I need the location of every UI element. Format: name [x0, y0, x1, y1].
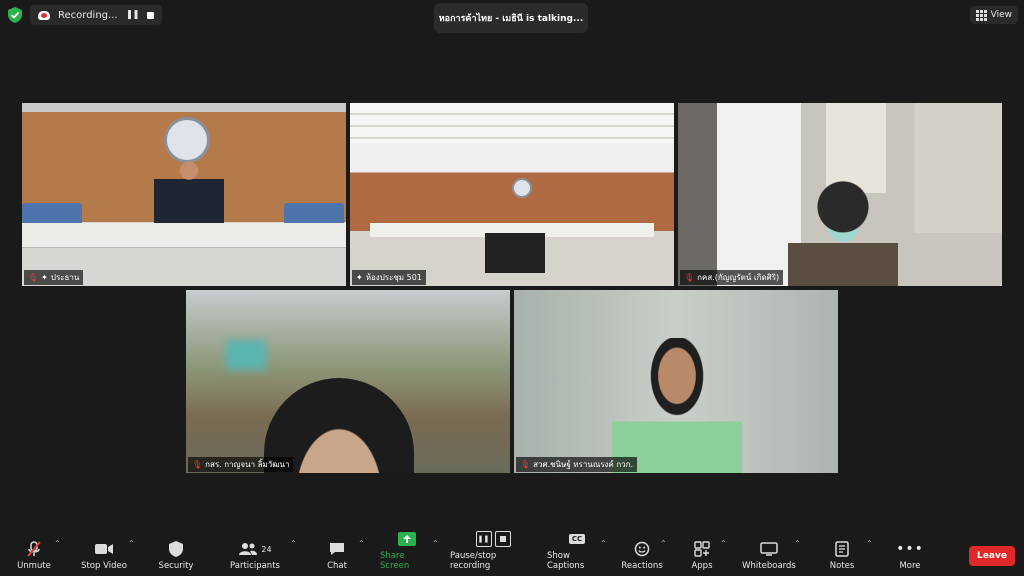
captions-caret-icon[interactable]: ⌃	[600, 539, 607, 548]
security-shield-icon[interactable]	[6, 6, 24, 24]
video-tile-participant-4[interactable]: 🎙 กสร. กาญจนา ลิ้มวัฒนา	[186, 290, 510, 473]
more-button[interactable]: ••• More	[896, 540, 924, 571]
view-label: View	[990, 10, 1012, 20]
video-tile-office[interactable]: 🎙 กคส.(กัญญรัตน์ เกิดศิริ)	[678, 103, 1002, 286]
unmute-caret-icon[interactable]: ⌃	[54, 539, 61, 548]
recording-cloud-icon	[38, 10, 50, 20]
reactions-button[interactable]: Reactions	[621, 540, 663, 571]
person-silhouette	[788, 173, 898, 286]
view-button[interactable]: View	[969, 6, 1018, 24]
apps-button[interactable]: Apps	[690, 540, 714, 571]
reactions-caret-icon[interactable]: ⌃	[660, 539, 667, 548]
participants-button[interactable]: 24 Participants	[230, 540, 280, 571]
participants-caret-icon[interactable]: ⌃	[290, 539, 297, 548]
video-tile-meeting-room[interactable]: ✦ ห้องประชุม 501	[350, 103, 674, 286]
mic-muted-icon: 🎙	[192, 460, 203, 469]
stop-recording-icon[interactable]	[146, 11, 154, 19]
person-silhouette	[612, 338, 742, 473]
person-silhouette	[154, 158, 224, 228]
participant-nametag: 🎙 กคส.(กัญญรัตน์ เกิดศิริ)	[680, 270, 784, 285]
video-caret-icon[interactable]: ⌃	[128, 539, 135, 548]
top-left-status: Recording... ❚❚	[6, 5, 162, 25]
participant-nametag: 🎙 สวศ.ชนิษฐ์ ทรานณรงค์ กวก.	[516, 457, 638, 472]
notes-caret-icon[interactable]: ⌃	[866, 539, 873, 548]
grid-icon	[975, 9, 987, 21]
mic-muted-icon: 🎙	[520, 460, 531, 469]
pin-icon: ✦	[41, 273, 48, 282]
smiley-icon	[634, 540, 650, 558]
emblem-icon	[512, 178, 532, 198]
apps-caret-icon[interactable]: ⌃	[720, 539, 727, 548]
mic-muted-icon: 🎙	[684, 273, 695, 282]
whiteboards-caret-icon[interactable]: ⌃	[794, 539, 801, 548]
whiteboards-button[interactable]: Whiteboards	[742, 540, 796, 571]
participants-count: 24	[261, 544, 272, 554]
stop-video-button[interactable]: Stop Video	[80, 540, 128, 571]
show-captions-button[interactable]: CC Show Captions	[547, 530, 607, 571]
mic-muted-icon	[25, 540, 43, 558]
unmute-button[interactable]: Unmute	[16, 540, 52, 571]
emblem-icon	[164, 117, 210, 163]
recording-indicator[interactable]: Recording... ❚❚	[30, 5, 162, 25]
chat-bubble-icon	[329, 540, 345, 558]
pause-icon: ❚❚	[475, 531, 492, 547]
captions-cc-icon: CC	[568, 530, 586, 548]
stop-icon	[494, 531, 511, 547]
participant-nametag: 🎙 กสร. กาญจนา ลิ้มวัฒนา	[188, 457, 294, 472]
share-caret-icon[interactable]: ⌃	[432, 539, 439, 548]
share-arrow-icon	[398, 530, 416, 548]
pin-icon: ✦	[356, 273, 363, 282]
video-tile-participant-5[interactable]: 🎙 สวศ.ชนิษฐ์ ทรานณรงค์ กวก.	[514, 290, 838, 473]
notes-icon	[835, 540, 849, 558]
active-speaker-banner: หอการค้าไทย - เมธินี is talking...	[434, 3, 588, 33]
leave-button[interactable]: Leave	[969, 546, 1015, 566]
meeting-toolbar: Unmute ⌃ Stop Video ⌃ Security 24 Partic…	[0, 530, 1024, 576]
shield-icon	[169, 540, 183, 558]
pause-recording-icon[interactable]: ❚❚	[126, 10, 140, 20]
pause-stop-recording-button[interactable]: ❚❚ Pause/stop recording	[450, 530, 536, 571]
video-camera-icon	[94, 540, 114, 558]
whiteboard-icon	[760, 540, 778, 558]
security-button[interactable]: Security	[158, 540, 194, 571]
notes-button[interactable]: Notes	[828, 540, 856, 571]
more-dots-icon: •••	[896, 541, 924, 557]
recording-label: Recording...	[58, 9, 118, 21]
mic-muted-icon: 🎙	[28, 273, 39, 282]
share-screen-button[interactable]: Share Screen	[380, 530, 434, 571]
chat-caret-icon[interactable]: ⌃	[358, 539, 365, 548]
participant-nametag: ✦ ห้องประชุม 501	[352, 270, 426, 285]
apps-icon	[694, 540, 710, 558]
participants-icon: 24	[238, 540, 272, 558]
participant-nametag: 🎙 ✦ ประธาน	[24, 270, 84, 285]
chat-button[interactable]: Chat	[325, 540, 349, 571]
video-tile-chairman[interactable]: 🎙 ✦ ประธาน	[22, 103, 346, 286]
